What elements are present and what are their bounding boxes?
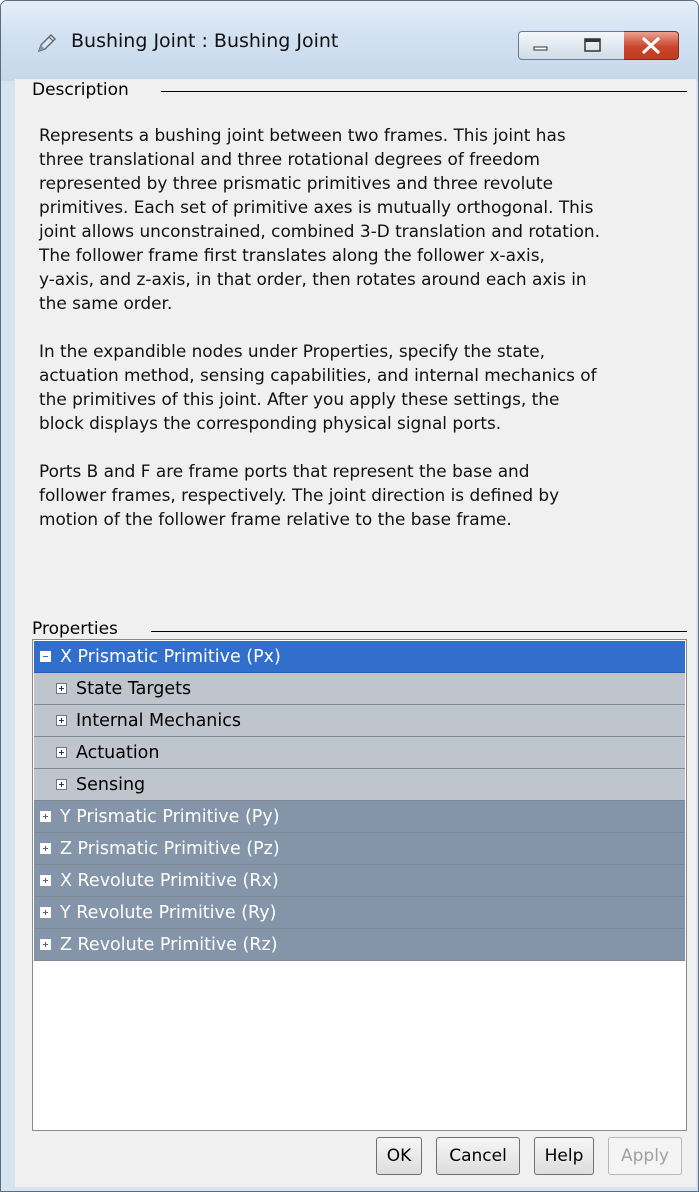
tree-node-x-revolute[interactable]: X Revolute Primitive (Rx)	[34, 865, 685, 897]
tree-node-label: Sensing	[76, 774, 146, 795]
minimize-button[interactable]	[518, 31, 564, 60]
description-paragraph: Represents a bushing joint between two f…	[39, 125, 601, 313]
cancel-button[interactable]: Cancel	[436, 1137, 520, 1175]
expand-icon[interactable]	[56, 683, 67, 694]
properties-legend: Properties	[32, 619, 123, 639]
expand-icon[interactable]	[56, 779, 67, 790]
tree-node-z-revolute[interactable]: Z Revolute Primitive (Rz)	[34, 929, 685, 961]
tree-node-y-prismatic[interactable]: Y Prismatic Primitive (Py)	[34, 801, 685, 833]
expand-icon[interactable]	[40, 875, 51, 886]
tree-node-x-prismatic[interactable]: X Prismatic Primitive (Px)	[34, 641, 685, 673]
tree-node-label: X Revolute Primitive (Rx)	[60, 870, 279, 891]
maximize-icon	[584, 38, 601, 52]
tree-node-label: Z Revolute Primitive (Rz)	[60, 934, 278, 955]
description-text: Represents a bushing joint between two f…	[39, 123, 689, 555]
dialog-content: Description Represents a bushing joint b…	[15, 79, 696, 1187]
collapse-icon[interactable]	[40, 651, 51, 662]
help-button[interactable]: Help	[534, 1137, 594, 1175]
expand-icon[interactable]	[40, 811, 51, 822]
tree-node-label: Internal Mechanics	[76, 710, 242, 731]
dialog-window: Bushing Joint : Bushing Joint Descriptio…	[0, 0, 699, 1192]
close-icon	[642, 37, 660, 54]
description-divider	[161, 91, 687, 92]
tree-node-label: Y Prismatic Primitive (Py)	[60, 806, 280, 827]
tree-node-label: State Targets	[76, 678, 192, 699]
tree-node-label: Z Prismatic Primitive (Pz)	[60, 838, 280, 859]
tree-node-sensing[interactable]: Sensing	[34, 769, 685, 801]
description-paragraph: Ports B and F are frame ports that repre…	[39, 461, 560, 529]
tree-node-actuation[interactable]: Actuation	[34, 737, 685, 769]
maximize-button[interactable]	[562, 31, 625, 60]
tree-node-y-revolute[interactable]: Y Revolute Primitive (Ry)	[34, 897, 685, 929]
expand-icon[interactable]	[56, 747, 67, 758]
title-bar[interactable]: Bushing Joint : Bushing Joint	[1, 1, 698, 81]
properties-tree[interactable]: X Prismatic Primitive (Px) State Targets…	[32, 639, 687, 1131]
description-paragraph: In the expandible nodes under Properties…	[39, 341, 597, 433]
window-title: Bushing Joint : Bushing Joint	[71, 30, 339, 52]
tree-node-label: Actuation	[76, 742, 160, 763]
tree-node-z-prismatic[interactable]: Z Prismatic Primitive (Pz)	[34, 833, 685, 865]
properties-divider	[151, 631, 687, 632]
tree-node-label: Y Revolute Primitive (Ry)	[60, 902, 277, 923]
tree-node-state-targets[interactable]: State Targets	[34, 673, 685, 705]
close-button[interactable]	[624, 31, 679, 60]
block-parameters-icon	[37, 34, 56, 53]
minimize-icon	[533, 46, 548, 51]
expand-icon[interactable]	[40, 843, 51, 854]
expand-icon[interactable]	[40, 907, 51, 918]
apply-button[interactable]: Apply	[608, 1137, 682, 1175]
ok-button[interactable]: OK	[376, 1137, 422, 1175]
tree-node-internal-mechanics[interactable]: Internal Mechanics	[34, 705, 685, 737]
expand-icon[interactable]	[40, 939, 51, 950]
tree-node-label: X Prismatic Primitive (Px)	[60, 646, 281, 667]
expand-icon[interactable]	[56, 715, 67, 726]
description-legend: Description	[32, 80, 134, 100]
